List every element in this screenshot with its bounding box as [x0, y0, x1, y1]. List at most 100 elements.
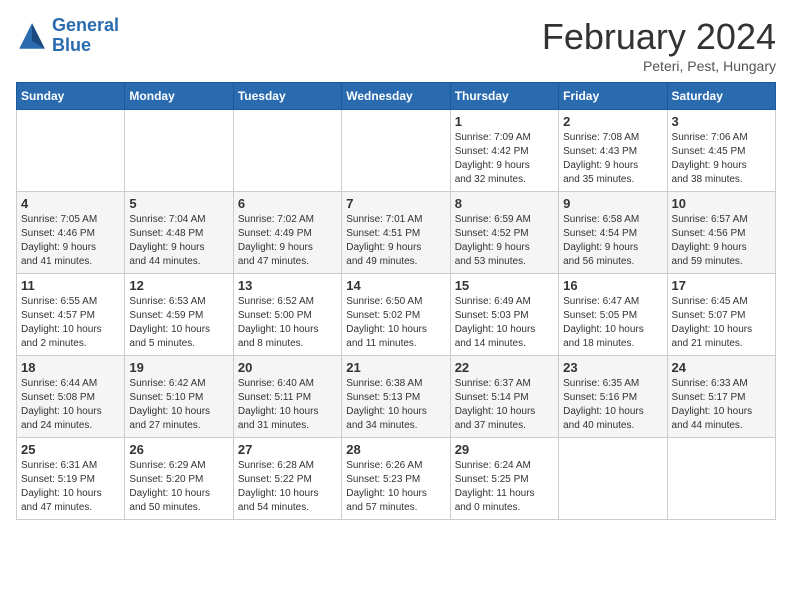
- day-info: Sunrise: 7:02 AM Sunset: 4:49 PM Dayligh…: [238, 213, 337, 269]
- calendar-cell: 1 Sunrise: 7:09 AM Sunset: 4:42 PM Daylig…: [450, 110, 558, 192]
- calendar-cell: 11 Sunrise: 6:55 AM Sunset: 4:57 PM Dayli…: [17, 274, 125, 356]
- day-info: Sunrise: 6:29 AM Sunset: 5:20 PM Dayligh…: [129, 459, 228, 515]
- day-info: Sunrise: 6:33 AM Sunset: 5:17 PM Dayligh…: [672, 377, 771, 433]
- day-number: 25: [21, 442, 120, 457]
- day-number: 23: [563, 360, 662, 375]
- calendar-week-4: 18 Sunrise: 6:44 AM Sunset: 5:08 PM Dayli…: [17, 356, 776, 438]
- calendar-cell: 3 Sunrise: 7:06 AM Sunset: 4:45 PM Daylig…: [667, 110, 775, 192]
- calendar-cell: 14 Sunrise: 6:50 AM Sunset: 5:02 PM Dayli…: [342, 274, 450, 356]
- day-info: Sunrise: 6:31 AM Sunset: 5:19 PM Dayligh…: [21, 459, 120, 515]
- day-number: 20: [238, 360, 337, 375]
- calendar-cell: [667, 438, 775, 520]
- day-number: 24: [672, 360, 771, 375]
- day-info: Sunrise: 6:59 AM Sunset: 4:52 PM Dayligh…: [455, 213, 554, 269]
- day-info: Sunrise: 7:06 AM Sunset: 4:45 PM Dayligh…: [672, 131, 771, 187]
- calendar-cell: 2 Sunrise: 7:08 AM Sunset: 4:43 PM Daylig…: [559, 110, 667, 192]
- day-info: Sunrise: 6:50 AM Sunset: 5:02 PM Dayligh…: [346, 295, 445, 351]
- calendar-header: SundayMondayTuesdayWednesdayThursdayFrid…: [17, 83, 776, 110]
- day-info: Sunrise: 6:55 AM Sunset: 4:57 PM Dayligh…: [21, 295, 120, 351]
- day-info: Sunrise: 6:58 AM Sunset: 4:54 PM Dayligh…: [563, 213, 662, 269]
- calendar-cell: 7Sunrise: 7:01 AM Sunset: 4:51 PM Daylig…: [342, 192, 450, 274]
- calendar-cell: [17, 110, 125, 192]
- calendar-cell: 6 Sunrise: 7:02 AM Sunset: 4:49 PM Daylig…: [233, 192, 341, 274]
- calendar-cell: 5Sunrise: 7:04 AM Sunset: 4:48 PM Daylig…: [125, 192, 233, 274]
- calendar-cell: [233, 110, 341, 192]
- day-number: 17: [672, 278, 771, 293]
- day-number: 10: [672, 196, 771, 211]
- header-cell-thursday: Thursday: [450, 83, 558, 110]
- day-number: 12: [129, 278, 228, 293]
- page-header: General Blue February 2024 Peteri, Pest,…: [16, 16, 776, 74]
- day-info: Sunrise: 6:52 AM Sunset: 5:00 PM Dayligh…: [238, 295, 337, 351]
- calendar-table: SundayMondayTuesdayWednesdayThursdayFrid…: [16, 82, 776, 520]
- calendar-cell: 22Sunrise: 6:37 AM Sunset: 5:14 PM Dayli…: [450, 356, 558, 438]
- title-block: February 2024 Peteri, Pest, Hungary: [542, 16, 776, 74]
- calendar-week-2: 4 Sunrise: 7:05 AM Sunset: 4:46 PM Daylig…: [17, 192, 776, 274]
- day-info: Sunrise: 6:49 AM Sunset: 5:03 PM Dayligh…: [455, 295, 554, 351]
- calendar-cell: 21Sunrise: 6:38 AM Sunset: 5:13 PM Dayli…: [342, 356, 450, 438]
- header-cell-monday: Monday: [125, 83, 233, 110]
- day-info: Sunrise: 6:44 AM Sunset: 5:08 PM Dayligh…: [21, 377, 120, 433]
- calendar-cell: 20 Sunrise: 6:40 AM Sunset: 5:11 PM Dayli…: [233, 356, 341, 438]
- day-number: 9: [563, 196, 662, 211]
- calendar-cell: 23 Sunrise: 6:35 AM Sunset: 5:16 PM Dayli…: [559, 356, 667, 438]
- calendar-title: February 2024: [542, 16, 776, 58]
- header-cell-saturday: Saturday: [667, 83, 775, 110]
- day-number: 18: [21, 360, 120, 375]
- calendar-cell: 4 Sunrise: 7:05 AM Sunset: 4:46 PM Daylig…: [17, 192, 125, 274]
- logo: General Blue: [16, 16, 119, 56]
- day-info: Sunrise: 7:09 AM Sunset: 4:42 PM Dayligh…: [455, 131, 554, 187]
- day-number: 26: [129, 442, 228, 457]
- day-number: 6: [238, 196, 337, 211]
- calendar-week-5: 25 Sunrise: 6:31 AM Sunset: 5:19 PM Dayli…: [17, 438, 776, 520]
- day-info: Sunrise: 6:35 AM Sunset: 5:16 PM Dayligh…: [563, 377, 662, 433]
- day-info: Sunrise: 6:26 AM Sunset: 5:23 PM Dayligh…: [346, 459, 445, 515]
- day-number: 13: [238, 278, 337, 293]
- day-info: Sunrise: 7:05 AM Sunset: 4:46 PM Dayligh…: [21, 213, 120, 269]
- calendar-cell: 15Sunrise: 6:49 AM Sunset: 5:03 PM Dayli…: [450, 274, 558, 356]
- logo-text: General Blue: [52, 16, 119, 56]
- day-info: Sunrise: 6:47 AM Sunset: 5:05 PM Dayligh…: [563, 295, 662, 351]
- calendar-cell: [125, 110, 233, 192]
- day-info: Sunrise: 6:24 AM Sunset: 5:25 PM Dayligh…: [455, 459, 554, 515]
- calendar-cell: 10 Sunrise: 6:57 AM Sunset: 4:56 PM Dayli…: [667, 192, 775, 274]
- day-number: 11: [21, 278, 120, 293]
- calendar-subtitle: Peteri, Pest, Hungary: [542, 58, 776, 74]
- calendar-cell: 24 Sunrise: 6:33 AM Sunset: 5:17 PM Dayli…: [667, 356, 775, 438]
- day-number: 3: [672, 114, 771, 129]
- day-number: 28: [346, 442, 445, 457]
- day-info: Sunrise: 6:40 AM Sunset: 5:11 PM Dayligh…: [238, 377, 337, 433]
- calendar-cell: 17 Sunrise: 6:45 AM Sunset: 5:07 PM Dayli…: [667, 274, 775, 356]
- calendar-cell: 29 Sunrise: 6:24 AM Sunset: 5:25 PM Dayli…: [450, 438, 558, 520]
- calendar-cell: 16 Sunrise: 6:47 AM Sunset: 5:05 PM Dayli…: [559, 274, 667, 356]
- calendar-cell: 13 Sunrise: 6:52 AM Sunset: 5:00 PM Dayli…: [233, 274, 341, 356]
- calendar-cell: 25 Sunrise: 6:31 AM Sunset: 5:19 PM Dayli…: [17, 438, 125, 520]
- day-number: 1: [455, 114, 554, 129]
- day-info: Sunrise: 7:08 AM Sunset: 4:43 PM Dayligh…: [563, 131, 662, 187]
- day-number: 19: [129, 360, 228, 375]
- day-info: Sunrise: 6:53 AM Sunset: 4:59 PM Dayligh…: [129, 295, 228, 351]
- calendar-cell: 26 Sunrise: 6:29 AM Sunset: 5:20 PM Dayli…: [125, 438, 233, 520]
- day-info: Sunrise: 6:45 AM Sunset: 5:07 PM Dayligh…: [672, 295, 771, 351]
- day-number: 8: [455, 196, 554, 211]
- calendar-cell: 12 Sunrise: 6:53 AM Sunset: 4:59 PM Dayli…: [125, 274, 233, 356]
- header-cell-friday: Friday: [559, 83, 667, 110]
- day-number: 29: [455, 442, 554, 457]
- day-info: Sunrise: 6:37 AM Sunset: 5:14 PM Dayligh…: [455, 377, 554, 433]
- calendar-cell: 9 Sunrise: 6:58 AM Sunset: 4:54 PM Daylig…: [559, 192, 667, 274]
- day-number: 7: [346, 196, 445, 211]
- day-number: 16: [563, 278, 662, 293]
- day-number: 14: [346, 278, 445, 293]
- day-info: Sunrise: 6:57 AM Sunset: 4:56 PM Dayligh…: [672, 213, 771, 269]
- day-number: 21: [346, 360, 445, 375]
- header-row: SundayMondayTuesdayWednesdayThursdayFrid…: [17, 83, 776, 110]
- day-number: 2: [563, 114, 662, 129]
- day-number: 27: [238, 442, 337, 457]
- day-number: 4: [21, 196, 120, 211]
- header-cell-wednesday: Wednesday: [342, 83, 450, 110]
- calendar-cell: [342, 110, 450, 192]
- day-number: 5: [129, 196, 228, 211]
- calendar-cell: 28 Sunrise: 6:26 AM Sunset: 5:23 PM Dayli…: [342, 438, 450, 520]
- calendar-week-1: 1 Sunrise: 7:09 AM Sunset: 4:42 PM Daylig…: [17, 110, 776, 192]
- calendar-body: 1 Sunrise: 7:09 AM Sunset: 4:42 PM Daylig…: [17, 110, 776, 520]
